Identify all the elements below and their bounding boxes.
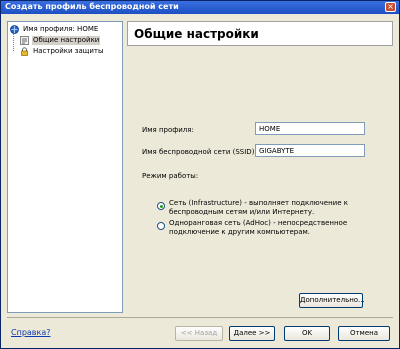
ssid-label: Имя беспроводной сети (SSID):	[142, 148, 257, 156]
advanced-button[interactable]: Дополнительно...	[299, 293, 365, 308]
settings-icon	[20, 36, 29, 45]
mode-adhoc-text[interactable]: Одноранговая сеть (AdHoc) - непосредстве…	[169, 219, 349, 237]
help-link[interactable]: Справка?	[11, 328, 51, 337]
tree-item-general-label: Общие настройки	[32, 36, 101, 45]
mode-adhoc-radio[interactable]	[157, 222, 165, 230]
ok-button[interactable]: OK	[284, 326, 330, 341]
tree-connector	[13, 32, 14, 51]
footer-divider	[7, 317, 393, 318]
back-button[interactable]: << Назад	[175, 326, 223, 341]
mode-label: Режим работы:	[142, 172, 199, 180]
cancel-button[interactable]: Отмена	[338, 326, 390, 341]
mode-infrastructure-radio[interactable]	[157, 202, 165, 210]
lock-icon	[21, 47, 28, 56]
profile-name-label: Имя профиля:	[142, 126, 194, 134]
profile-tree: Имя профиля: HOME Общие настройки Настро…	[7, 21, 123, 313]
tree-item-security-label: Настройки защиты	[33, 47, 104, 55]
window-title: Создать профиль беспроводной сети	[5, 2, 179, 11]
settings-panel: Общие настройки Имя профиля: HOME Имя бе…	[127, 21, 393, 313]
title-bar: Создать профиль беспроводной сети ×	[1, 1, 399, 14]
ssid-field[interactable]: GIGABYTE	[255, 144, 365, 157]
panel-header: Общие настройки	[127, 21, 393, 46]
network-icon	[10, 25, 19, 34]
tree-root-label: Имя профиля: HOME	[23, 25, 99, 33]
wizard-window: Создать профиль беспроводной сети × Имя …	[0, 0, 400, 349]
mode-infrastructure-text[interactable]: Сеть (Infrastructure) - выполняет подклю…	[169, 199, 349, 217]
panel-title: Общие настройки	[134, 27, 259, 41]
close-icon[interactable]: ×	[385, 2, 396, 12]
next-button[interactable]: Далее >>	[229, 326, 275, 341]
profile-name-field[interactable]: HOME	[255, 122, 365, 135]
